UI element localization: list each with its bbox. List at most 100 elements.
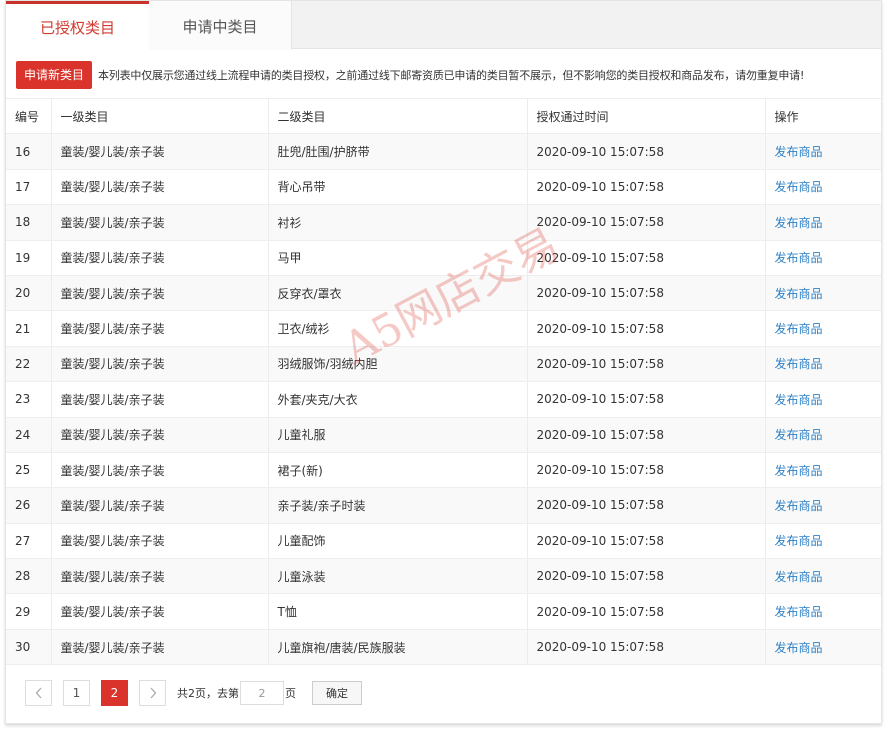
table-header-row: 编号 一级类目 二级类目 授权通过时间 操作 bbox=[6, 97, 881, 135]
tab-authorized-categories[interactable]: 已授权类目 bbox=[6, 1, 149, 50]
publish-product-link[interactable]: 发布商品 bbox=[775, 322, 823, 336]
cell-approval-time: 2020-09-10 15:07:58 bbox=[527, 381, 766, 418]
cell-approval-time: 2020-09-10 15:07:58 bbox=[527, 133, 766, 170]
prev-page-button[interactable] bbox=[25, 680, 52, 706]
confirm-goto-button[interactable]: 确定 bbox=[312, 681, 362, 705]
header-category-level2: 二级类目 bbox=[268, 97, 528, 135]
table-row: 19 童装/婴儿装/亲子装 马甲 2020-09-10 15:07:58 发布商品 bbox=[6, 240, 881, 276]
cell-category-level2: 儿童旗袍/唐装/民族服装 bbox=[268, 629, 528, 666]
publish-product-link[interactable]: 发布商品 bbox=[775, 180, 823, 194]
cell-approval-time: 2020-09-10 15:07:58 bbox=[527, 275, 766, 312]
cell-category-level1: 童装/婴儿装/亲子装 bbox=[51, 346, 269, 383]
notice-bar: 申请新类目 本列表中仅展示您通过线上流程申请的类目授权，之前通过线下邮寄资质已申… bbox=[16, 61, 805, 89]
chevron-right-icon bbox=[150, 687, 156, 699]
goto-page-input[interactable] bbox=[240, 681, 284, 705]
cell-action: 发布商品 bbox=[765, 133, 881, 170]
cell-approval-time: 2020-09-10 15:07:58 bbox=[527, 487, 766, 524]
cell-category-level2: 马甲 bbox=[268, 240, 528, 276]
publish-product-link[interactable]: 发布商品 bbox=[775, 357, 823, 371]
chevron-left-icon bbox=[35, 687, 41, 699]
page-suffix-text: 页 bbox=[285, 687, 296, 700]
publish-product-link[interactable]: 发布商品 bbox=[775, 641, 823, 655]
cell-action: 发布商品 bbox=[765, 346, 881, 383]
cell-id: 20 bbox=[6, 275, 52, 312]
header-category-level1: 一级类目 bbox=[51, 97, 269, 135]
publish-product-link[interactable]: 发布商品 bbox=[775, 464, 823, 478]
cell-action: 发布商品 bbox=[765, 169, 881, 206]
table-row: 17 童装/婴儿装/亲子装 背心吊带 2020-09-10 15:07:58 发布商品 bbox=[6, 169, 881, 206]
publish-product-link[interactable]: 发布商品 bbox=[775, 428, 823, 442]
cell-category-level1: 童装/婴儿装/亲子装 bbox=[51, 204, 269, 241]
cell-category-level1: 童装/婴儿装/亲子装 bbox=[51, 417, 269, 453]
total-pages-text: 共2页，去第 bbox=[177, 687, 239, 700]
cell-category-level2: T恤 bbox=[268, 593, 528, 630]
table-row: 18 童装/婴儿装/亲子装 衬衫 2020-09-10 15:07:58 发布商品 bbox=[6, 204, 881, 241]
table-body: 16 童装/婴儿装/亲子装 肚兜/肚围/护脐带 2020-09-10 15:07:58… bbox=[6, 133, 881, 666]
cell-id: 21 bbox=[6, 310, 52, 347]
cell-id: 22 bbox=[6, 346, 52, 383]
cell-category-level1: 童装/婴儿装/亲子装 bbox=[51, 487, 269, 524]
table-row: 27 童装/婴儿装/亲子装 儿童配饰 2020-09-10 15:07:58 发布商品 bbox=[6, 523, 881, 560]
cell-approval-time: 2020-09-10 15:07:58 bbox=[527, 452, 766, 489]
cell-category-level2: 卫衣/绒衫 bbox=[268, 310, 528, 347]
publish-product-link[interactable]: 发布商品 bbox=[775, 534, 823, 548]
cell-category-level1: 童装/婴儿装/亲子装 bbox=[51, 452, 269, 489]
cell-action: 发布商品 bbox=[765, 523, 881, 560]
cell-id: 25 bbox=[6, 452, 52, 489]
cell-action: 发布商品 bbox=[765, 275, 881, 312]
publish-product-link[interactable]: 发布商品 bbox=[775, 287, 823, 301]
cell-id: 30 bbox=[6, 629, 52, 666]
cell-approval-time: 2020-09-10 15:07:58 bbox=[527, 523, 766, 560]
publish-product-link[interactable]: 发布商品 bbox=[775, 145, 823, 159]
publish-product-link[interactable]: 发布商品 bbox=[775, 251, 823, 265]
publish-product-link[interactable]: 发布商品 bbox=[775, 216, 823, 230]
cell-category-level2: 儿童礼服 bbox=[268, 417, 528, 453]
cell-action: 发布商品 bbox=[765, 593, 881, 630]
publish-product-link[interactable]: 发布商品 bbox=[775, 499, 823, 513]
pagination: 1 2 共2页，去第 页 确定 bbox=[25, 680, 362, 706]
apply-new-category-button[interactable]: 申请新类目 bbox=[16, 61, 93, 89]
cell-category-level2: 裙子(新) bbox=[268, 452, 528, 489]
cell-category-level2: 亲子装/亲子时装 bbox=[268, 487, 528, 524]
cell-id: 19 bbox=[6, 240, 52, 276]
table-row: 16 童装/婴儿装/亲子装 肚兜/肚围/护脐带 2020-09-10 15:07:58… bbox=[6, 133, 881, 170]
cell-id: 27 bbox=[6, 523, 52, 560]
cell-id: 17 bbox=[6, 169, 52, 206]
table-row: 24 童装/婴儿装/亲子装 儿童礼服 2020-09-10 15:07:58 发布商品 bbox=[6, 417, 881, 453]
cell-id: 24 bbox=[6, 417, 52, 453]
cell-category-level2: 儿童配饰 bbox=[268, 523, 528, 560]
cell-category-level1: 童装/婴儿装/亲子装 bbox=[51, 523, 269, 560]
page-button-1[interactable]: 1 bbox=[63, 680, 90, 706]
cell-category-level1: 童装/婴儿装/亲子装 bbox=[51, 381, 269, 418]
cell-approval-time: 2020-09-10 15:07:58 bbox=[527, 310, 766, 347]
tab-pending-categories[interactable]: 申请中类目 bbox=[149, 1, 292, 50]
cell-category-level1: 童装/婴儿装/亲子装 bbox=[51, 629, 269, 666]
table-row: 25 童装/婴儿装/亲子装 裙子(新) 2020-09-10 15:07:58 发布商品 bbox=[6, 452, 881, 489]
tab-bar: 已授权类目 申请中类目 bbox=[6, 1, 881, 50]
cell-id: 26 bbox=[6, 487, 52, 524]
table-row: 26 童装/婴儿装/亲子装 亲子装/亲子时装 2020-09-10 15:07:58 发… bbox=[6, 487, 881, 524]
cell-id: 18 bbox=[6, 204, 52, 241]
cell-action: 发布商品 bbox=[765, 487, 881, 524]
table-row: 22 童装/婴儿装/亲子装 羽绒服饰/羽绒内胆 2020-09-10 15:07:58… bbox=[6, 346, 881, 383]
cell-category-level2: 反穿衣/罩衣 bbox=[268, 275, 528, 312]
table-row: 20 童装/婴儿装/亲子装 反穿衣/罩衣 2020-09-10 15:07:58 发布商… bbox=[6, 275, 881, 312]
publish-product-link[interactable]: 发布商品 bbox=[775, 605, 823, 619]
cell-action: 发布商品 bbox=[765, 310, 881, 347]
cell-category-level1: 童装/婴儿装/亲子装 bbox=[51, 240, 269, 276]
next-page-button[interactable] bbox=[139, 680, 166, 706]
table-row: 23 童装/婴儿装/亲子装 外套/夹克/大衣 2020-09-10 15:07:58 发… bbox=[6, 381, 881, 418]
publish-product-link[interactable]: 发布商品 bbox=[775, 393, 823, 407]
cell-id: 23 bbox=[6, 381, 52, 418]
publish-product-link[interactable]: 发布商品 bbox=[775, 570, 823, 584]
table-row: 21 童装/婴儿装/亲子装 卫衣/绒衫 2020-09-10 15:07:58 发布商品 bbox=[6, 310, 881, 347]
notice-text: 本列表中仅展示您通过线上流程申请的类目授权，之前通过线下邮寄资质已申请的类目暂不… bbox=[98, 69, 805, 82]
cell-action: 发布商品 bbox=[765, 417, 881, 453]
category-table: 编号 一级类目 二级类目 授权通过时间 操作 16 童装/婴儿装/亲子装 肚兜/肚围… bbox=[6, 97, 881, 666]
cell-category-level1: 童装/婴儿装/亲子装 bbox=[51, 558, 269, 595]
page-button-2[interactable]: 2 bbox=[101, 680, 128, 706]
cell-category-level1: 童装/婴儿装/亲子装 bbox=[51, 133, 269, 170]
cell-action: 发布商品 bbox=[765, 240, 881, 276]
table-row: 29 童装/婴儿装/亲子装 T恤 2020-09-10 15:07:58 发布商品 bbox=[6, 593, 881, 630]
cell-category-level2: 儿童泳装 bbox=[268, 558, 528, 595]
